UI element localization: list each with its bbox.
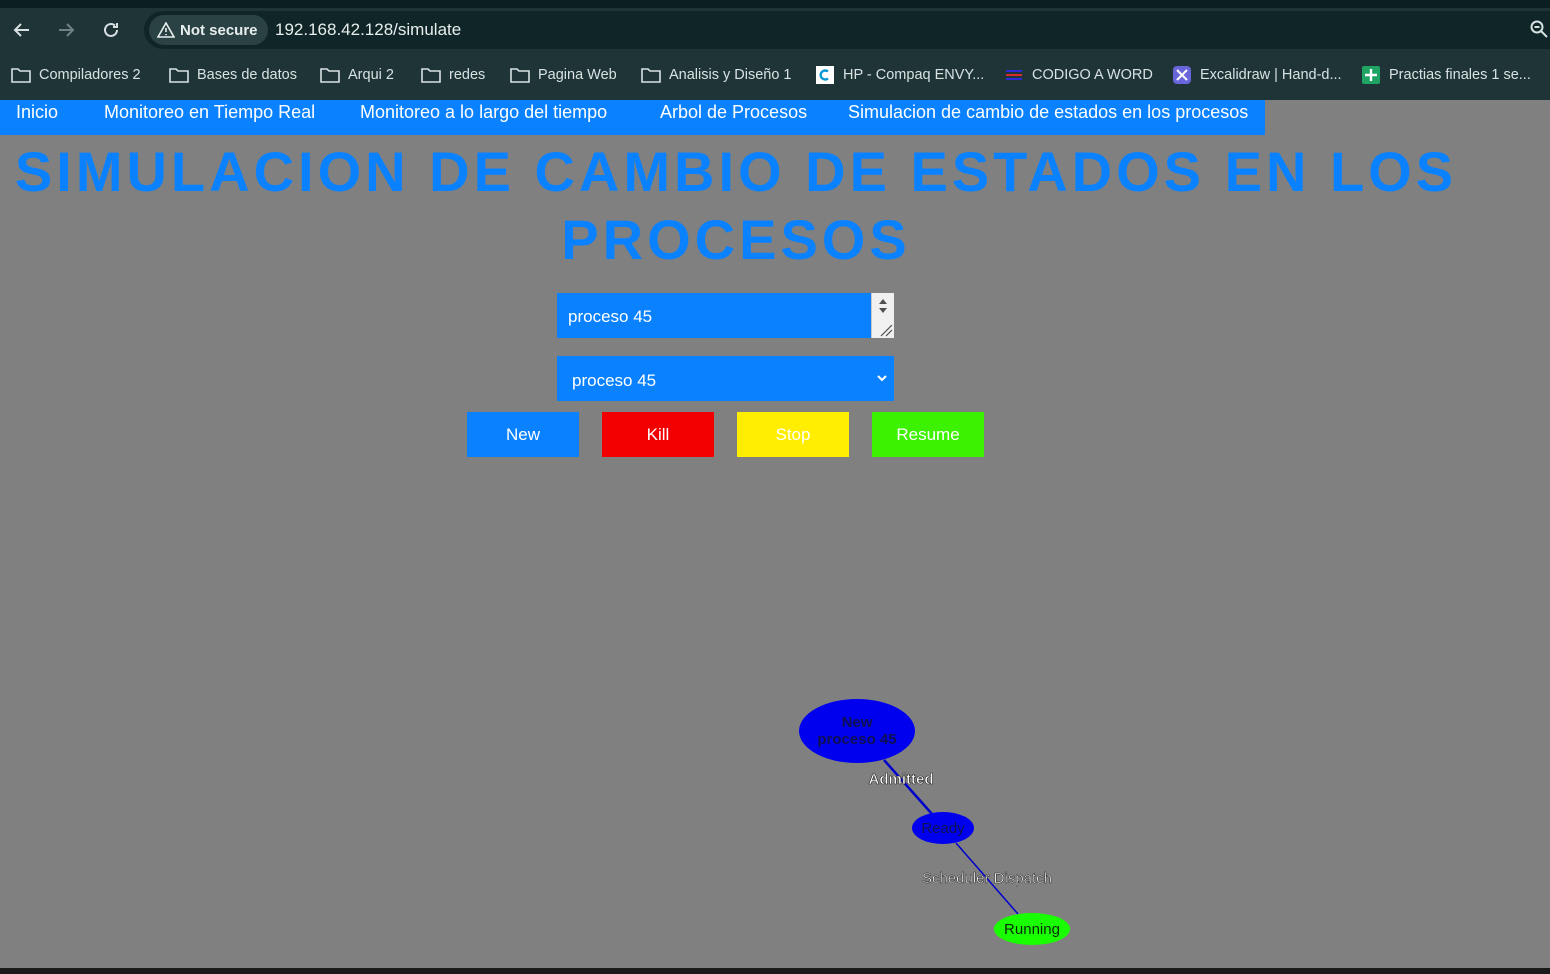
bookmark-analisis-y-diseno[interactable]: Analisis y Diseño 1 bbox=[641, 64, 792, 86]
zoom-icon[interactable] bbox=[1530, 20, 1548, 43]
bookmark-arqui[interactable]: Arqui 2 bbox=[320, 64, 394, 86]
bookmark-excalidraw[interactable]: Excalidraw | Hand-d... bbox=[1172, 64, 1342, 86]
bookmark-practicas-finales[interactable]: Practias finales 1 se... bbox=[1361, 64, 1531, 86]
nav-simulacion-estados[interactable]: Simulacion de cambio de estados en los p… bbox=[848, 102, 1248, 123]
window-bottom-edge bbox=[0, 968, 1550, 974]
folder-icon bbox=[320, 67, 340, 83]
reload-icon[interactable] bbox=[97, 16, 125, 44]
node-new-line2: proceso 45 bbox=[817, 731, 896, 748]
kill-button[interactable]: Kill bbox=[602, 412, 714, 457]
node-ready-label: Ready bbox=[921, 820, 965, 837]
url-text[interactable]: 192.168.42.128/simulate bbox=[275, 20, 461, 40]
process-select[interactable]: proceso 45 bbox=[557, 356, 894, 401]
node-new[interactable] bbox=[799, 699, 915, 763]
folder-icon bbox=[641, 67, 661, 83]
lines-favicon-icon bbox=[1004, 67, 1024, 83]
nav-inicio[interactable]: Inicio bbox=[16, 102, 58, 123]
browser-toolbar: Not secure 192.168.42.128/simulate bbox=[0, 8, 1550, 50]
textarea-scroll-control[interactable] bbox=[871, 293, 894, 338]
security-chip[interactable]: Not secure bbox=[149, 15, 268, 45]
bookmark-pagina-web[interactable]: Pagina Web bbox=[510, 64, 617, 86]
node-new-line1: New bbox=[842, 714, 873, 731]
edge-scheduler-dispatch bbox=[955, 842, 1019, 915]
folder-icon bbox=[11, 67, 31, 83]
nav-arbol-procesos[interactable]: Arbol de Procesos bbox=[660, 102, 807, 123]
node-ready[interactable] bbox=[912, 812, 974, 844]
excalidraw-icon bbox=[1172, 65, 1192, 85]
bookmark-hp-compaq[interactable]: HP - Compaq ENVY... bbox=[815, 64, 984, 86]
bookmark-codigo-a-word[interactable]: CODIGO A WORD bbox=[1004, 64, 1153, 86]
warning-icon bbox=[157, 22, 175, 38]
folder-icon bbox=[169, 67, 189, 83]
back-icon[interactable] bbox=[8, 16, 36, 44]
node-running[interactable] bbox=[994, 913, 1070, 945]
chevron-down-icon bbox=[876, 371, 888, 389]
security-label: Not secure bbox=[180, 21, 258, 39]
bookmark-bases-de-datos[interactable]: Bases de datos bbox=[169, 64, 297, 86]
site-nav: Inicio Monitoreo en Tiempo Real Monitore… bbox=[0, 100, 1265, 135]
folder-icon bbox=[510, 67, 530, 83]
process-name-input[interactable]: proceso 45 bbox=[557, 293, 894, 338]
process-select-value: proceso 45 bbox=[572, 371, 657, 390]
bookmark-redes[interactable]: redes bbox=[421, 64, 485, 86]
nav-monitoreo-tiempo-real[interactable]: Monitoreo en Tiempo Real bbox=[104, 102, 315, 123]
address-bar[interactable]: Not secure 192.168.42.128/simulate bbox=[144, 11, 1550, 49]
new-button[interactable]: New bbox=[467, 412, 579, 457]
edge-label-admitted: Admitted bbox=[869, 771, 934, 788]
edge-admitted bbox=[883, 759, 933, 815]
window-titlebar bbox=[0, 0, 1550, 8]
forward-icon[interactable] bbox=[52, 16, 80, 44]
page-title: SIMULACION DE CAMBIO DE ESTADOS EN LOS P… bbox=[14, 140, 1458, 271]
sheets-icon bbox=[1361, 65, 1381, 85]
bookmarks-bar: Compiladores 2 Bases de datos Arqui 2 re… bbox=[0, 50, 1550, 100]
node-running-label: Running bbox=[1004, 921, 1060, 938]
stop-button[interactable]: Stop bbox=[737, 412, 849, 457]
bookmark-compiladores[interactable]: Compiladores 2 bbox=[11, 64, 141, 86]
nav-monitoreo-largo-tiempo[interactable]: Monitoreo a lo largo del tiempo bbox=[360, 102, 607, 123]
resume-button[interactable]: Resume bbox=[872, 412, 984, 457]
hp-favicon-icon bbox=[815, 65, 835, 85]
edge-label-scheduler-dispatch: Scheduler Dispatch bbox=[922, 870, 1052, 887]
folder-icon bbox=[421, 67, 441, 83]
process-name-value: proceso 45 bbox=[568, 307, 653, 326]
